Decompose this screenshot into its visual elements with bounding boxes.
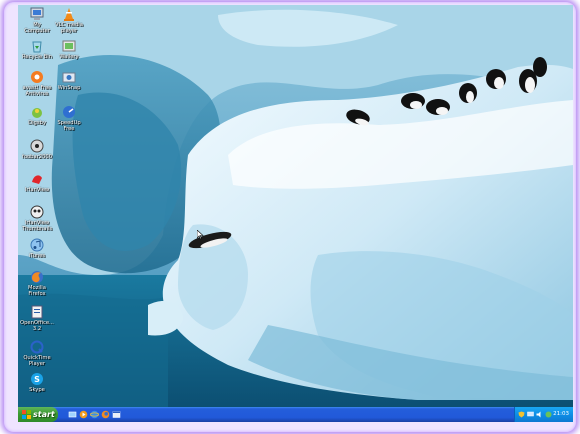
- desktop-icon-irfanview[interactable]: IrfanView: [20, 172, 54, 193]
- desktop-icon-recycle-bin[interactable]: Recycle Bin: [20, 39, 54, 60]
- icon-label: Mozilla Firefox: [28, 285, 46, 297]
- internet-explorer-icon[interactable]: [90, 410, 99, 419]
- volume-tray-icon[interactable]: [536, 411, 543, 418]
- recycle-bin-icon: [32, 41, 42, 53]
- windows-flag-icon: [22, 410, 31, 419]
- desktop-icon-irfanview-thumbnails[interactable]: IrfanView Thumbnails: [20, 205, 54, 232]
- window-icon[interactable]: [112, 410, 121, 419]
- winsnap-icon: [62, 72, 76, 83]
- desktop-icon-winsnap[interactable]: WinSnap: [52, 70, 86, 91]
- network-tray-icon[interactable]: [527, 411, 534, 418]
- icon-label: IrfanView Thumbnails: [21, 220, 53, 232]
- start-label: start: [33, 410, 55, 419]
- icon-label: WinSnap: [57, 85, 81, 91]
- skype-icon: S: [31, 373, 43, 385]
- firefox-icon[interactable]: [101, 410, 110, 419]
- shield-tray-icon[interactable]: [518, 411, 525, 418]
- icon-label: foobar2000: [22, 154, 52, 160]
- icon-label: Recycle Bin: [22, 54, 52, 60]
- start-button[interactable]: start: [18, 407, 58, 422]
- icon-label: OpenOffice... 3.2: [20, 320, 54, 332]
- icon-label: VLC media player: [55, 22, 83, 34]
- mouse-pointer-icon: [197, 230, 204, 240]
- clock[interactable]: 21:03: [553, 407, 569, 422]
- openoffice-icon: [31, 305, 43, 319]
- icon-label: SpeedUp Free: [57, 120, 81, 132]
- desktop-icon-firefox[interactable]: Mozilla Firefox: [20, 270, 54, 297]
- update-tray-icon[interactable]: [545, 411, 552, 418]
- digsby-icon: [32, 108, 42, 118]
- desktop-icon-speedup[interactable]: SpeedUp Free: [52, 105, 86, 132]
- desktop-icon-vlc[interactable]: VLC media player: [52, 7, 86, 34]
- desktop-wallpaper: [18, 5, 573, 407]
- icon-label: avast! Free Antivirus: [22, 85, 52, 97]
- desktop-icon-quicktime[interactable]: QuickTime Player: [20, 340, 54, 367]
- computer-icon: [30, 7, 44, 20]
- icon-label: Digsby: [28, 120, 46, 126]
- icon-label: iTunes: [28, 253, 46, 259]
- desktop-icon-my-computer[interactable]: My Computer: [20, 7, 54, 34]
- speedup-icon: [63, 106, 75, 118]
- icon-label: IrfanView: [24, 187, 50, 193]
- desktop-icon-digsby[interactable]: Digsby: [20, 105, 54, 126]
- wallery-icon: [62, 40, 76, 52]
- icon-label: Skype: [29, 387, 45, 393]
- desktop-icon-skype[interactable]: S Skype: [20, 372, 54, 393]
- screenshot-frame: My Computer VLC media player Recycle Bin…: [4, 2, 576, 432]
- desktop-icon-wallery[interactable]: Wallery: [52, 39, 86, 60]
- desktop-icon-foobar2000[interactable]: foobar2000: [20, 139, 54, 160]
- vlc-cone-icon: [64, 8, 74, 21]
- desktop-icon-openoffice[interactable]: OpenOffice... 3.2: [20, 305, 54, 332]
- avast-icon: [31, 71, 43, 83]
- icon-label: Wallery: [59, 54, 79, 60]
- itunes-icon: [30, 238, 44, 252]
- irfanview-icon: [32, 175, 42, 184]
- show-desktop-icon[interactable]: [68, 410, 77, 419]
- foobar-icon: [30, 139, 44, 153]
- desktop-icon-avast[interactable]: avast! Free Antivirus: [20, 70, 54, 97]
- system-tray: 21:03: [514, 407, 573, 422]
- icon-label: QuickTime Player: [23, 355, 51, 367]
- quicktime-icon: [30, 340, 44, 354]
- media-player-icon[interactable]: [79, 410, 88, 419]
- firefox-icon: [31, 271, 43, 283]
- desktop-icon-itunes[interactable]: iTunes: [20, 238, 54, 259]
- svg-text:S: S: [34, 375, 40, 384]
- irfanview-thumbnails-icon: [30, 205, 44, 219]
- icon-label: My Computer: [24, 22, 50, 34]
- taskbar: start 21:03: [18, 407, 573, 422]
- desktop-screen: My Computer VLC media player Recycle Bin…: [18, 5, 573, 422]
